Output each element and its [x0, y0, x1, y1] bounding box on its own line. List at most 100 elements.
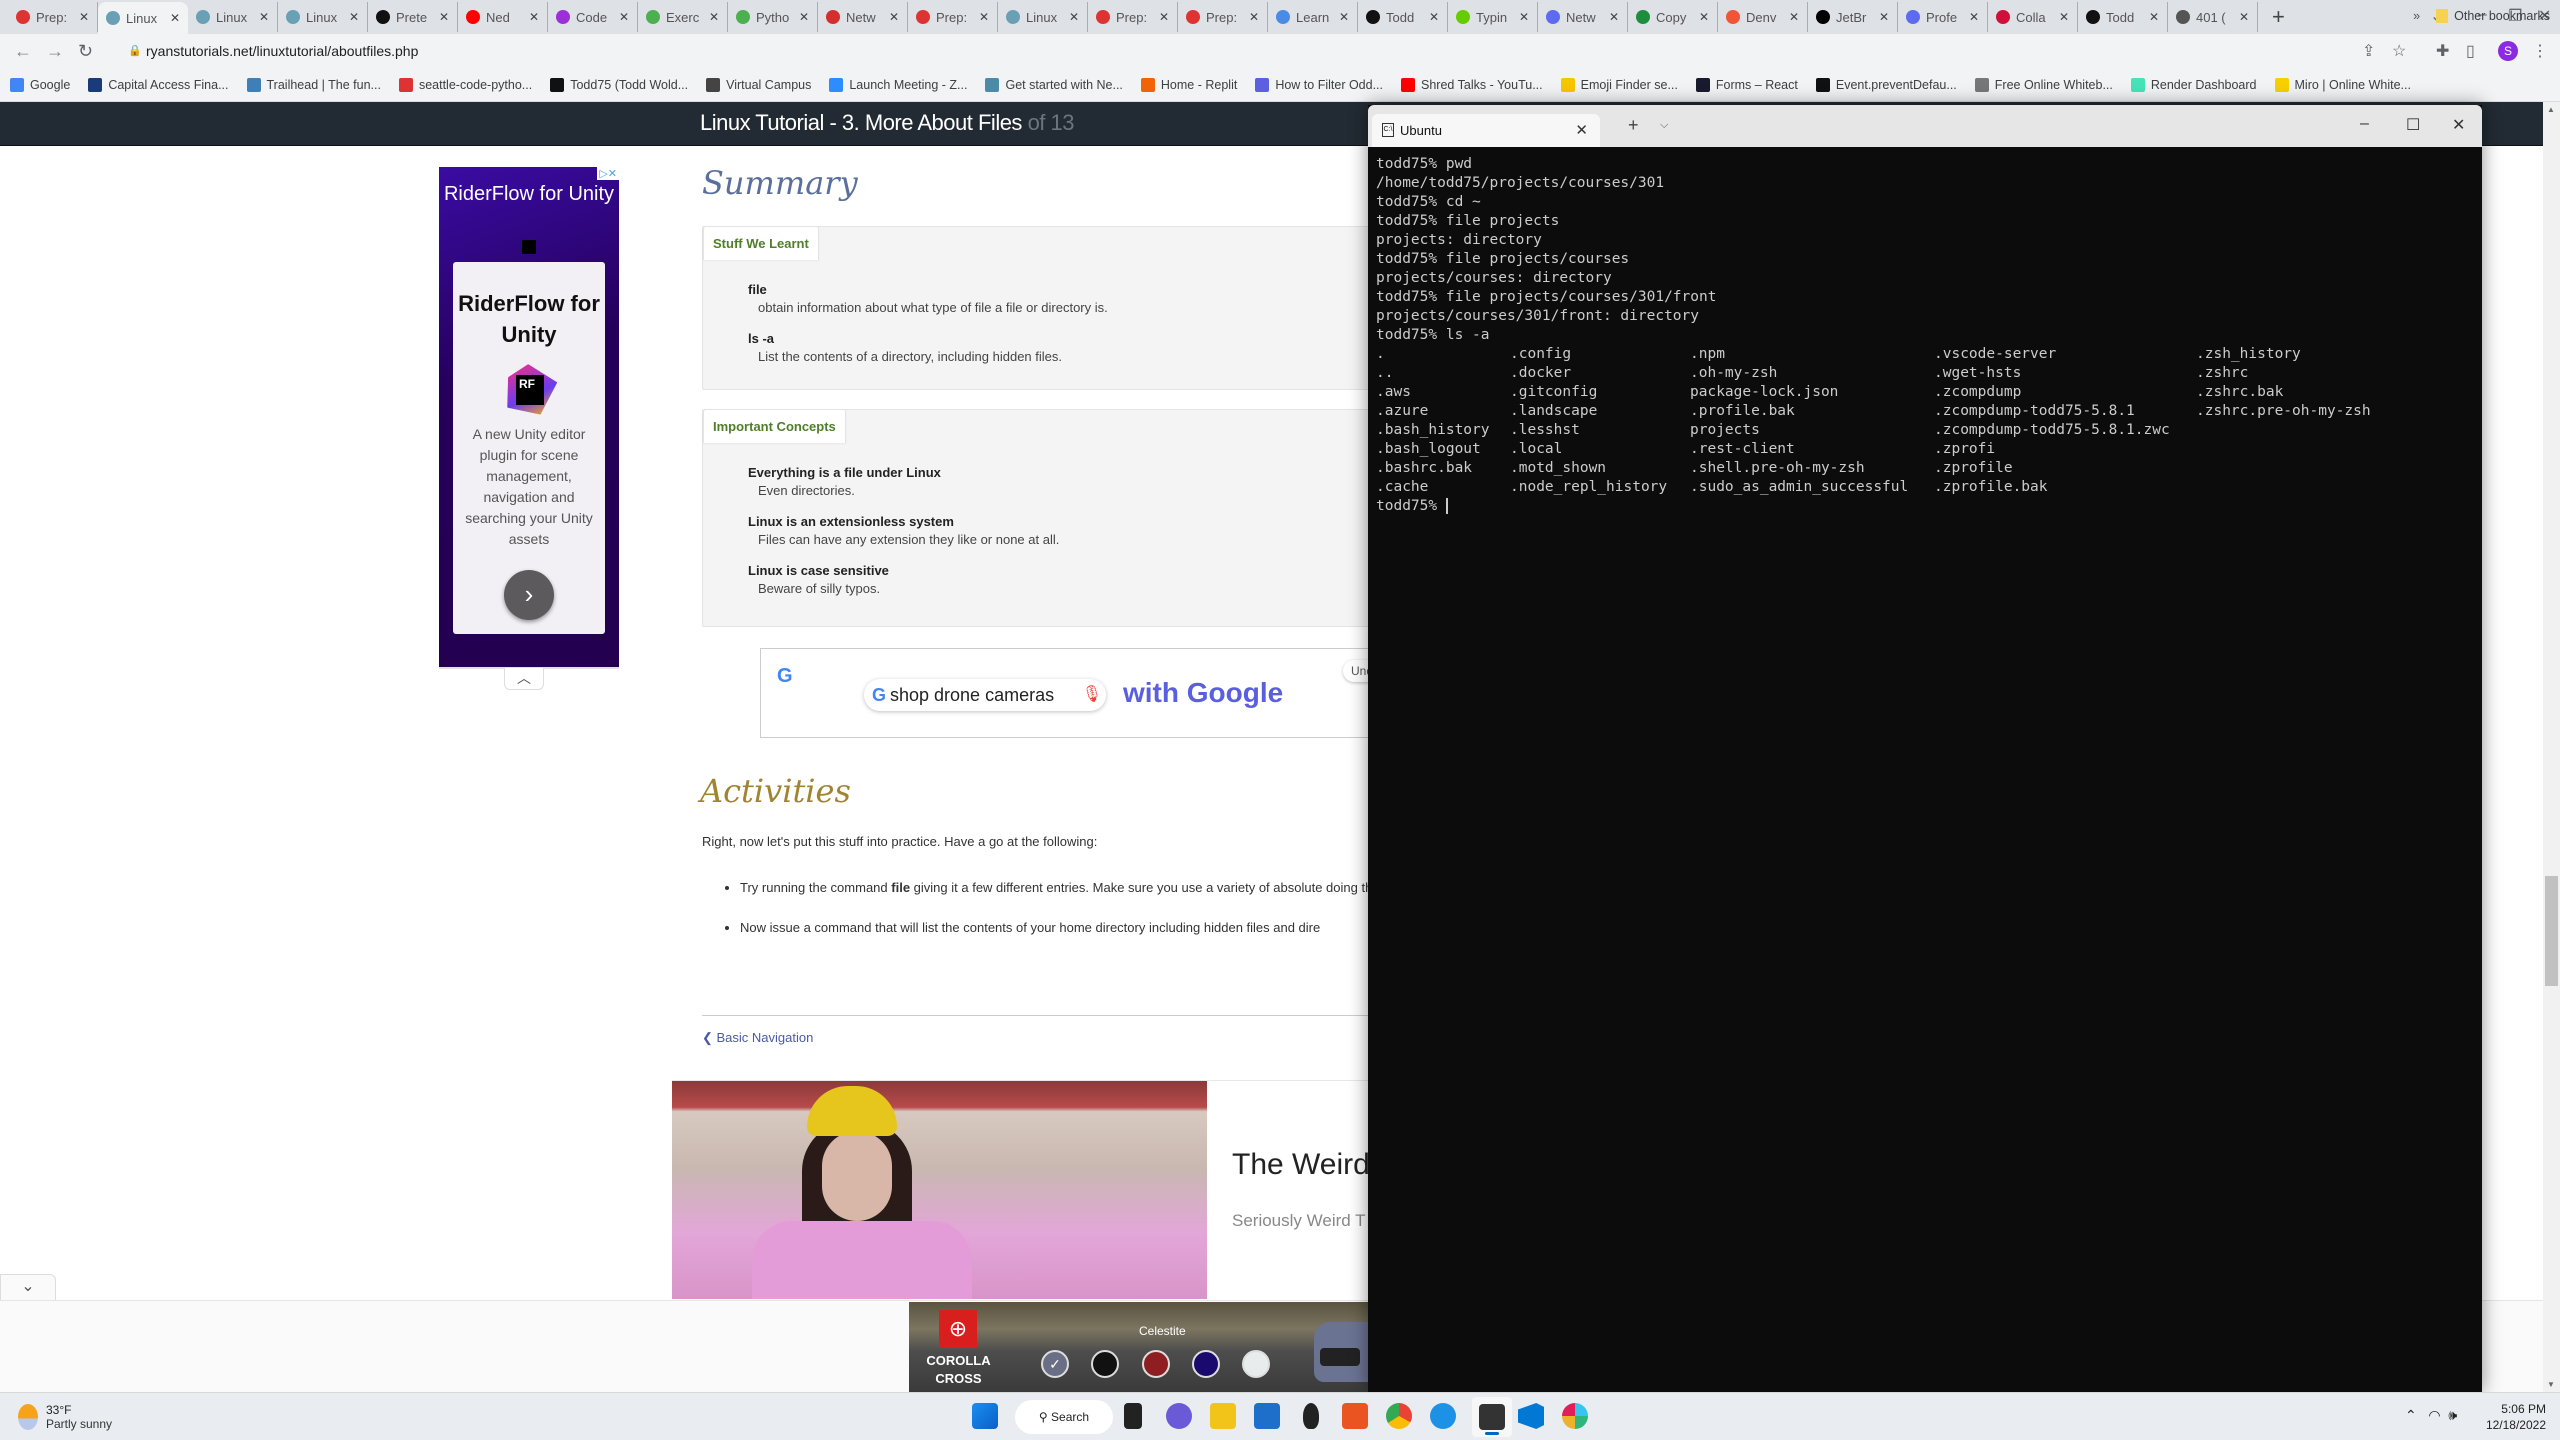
system-tray[interactable]: ⌃ ◠ 🕪 — [2405, 1407, 2457, 1424]
terminal-window[interactable]: C:\ Ubuntu ✕ + ⌵ – ☐ ✕ todd75% pwd/home/… — [1368, 105, 2482, 1392]
browser-tab[interactable]: Colla ✕ — [1988, 2, 2078, 32]
ubuntu-icon[interactable] — [1342, 1403, 1368, 1429]
terminal-close-button[interactable]: ✕ — [2452, 115, 2465, 135]
close-tab-icon[interactable]: ✕ — [1069, 10, 1079, 24]
new-tab-button[interactable]: + — [1628, 115, 1639, 136]
close-tab-icon[interactable]: ✕ — [2059, 10, 2069, 24]
terminal-maximize-button[interactable]: ☐ — [2406, 115, 2420, 135]
color-swatch[interactable] — [1142, 1350, 1170, 1378]
close-tab-icon[interactable]: ✕ — [2149, 10, 2159, 24]
close-tab-icon[interactable]: ✕ — [1789, 10, 1799, 24]
chrome-icon[interactable] — [1386, 1403, 1412, 1429]
browser-tab[interactable]: Prep: ✕ — [1178, 2, 1268, 32]
toyota-ad[interactable]: ⊕ COROLLA CROSS Celestite ✓ — [909, 1302, 1379, 1392]
bookmark-item[interactable]: Get started with Ne... — [985, 77, 1123, 92]
bookmark-item[interactable]: Miro | Online White... — [2274, 77, 2411, 92]
color-swatch-selected[interactable]: ✓ — [1041, 1350, 1069, 1378]
close-tab-icon[interactable]: ✕ — [259, 10, 269, 24]
bookmark-item[interactable]: Launch Meeting - Z... — [829, 77, 967, 92]
close-tab-icon[interactable]: ✕ — [1969, 10, 1979, 24]
browser-tab[interactable]: Todd ✕ — [1358, 2, 1448, 32]
stuff-we-learnt-tab[interactable]: Stuff We Learnt — [703, 226, 819, 260]
close-tab-icon[interactable]: ✕ — [1249, 10, 1259, 24]
bookmarks-overflow-button[interactable]: » — [2413, 9, 2420, 23]
ad-next-button[interactable]: › — [504, 570, 554, 620]
close-tab-icon[interactable]: ✕ — [619, 10, 629, 24]
bookmark-item[interactable]: Google — [10, 77, 70, 92]
browser-tab[interactable]: Denv ✕ — [1718, 2, 1808, 32]
ad-collapse-button[interactable]: ︿ — [504, 668, 544, 690]
story-title[interactable]: The Weird — [1232, 1148, 1370, 1182]
bookmark-item[interactable]: Todd75 (Todd Wold... — [550, 77, 688, 92]
address-bar[interactable]: 🔒 ryanstutorials.net/linuxtutorial/about… — [120, 37, 2400, 65]
forward-button[interactable]: → — [46, 41, 64, 62]
terminal-taskbar-button[interactable] — [1472, 1397, 1512, 1437]
page-scrollbar[interactable]: ▲ ▼ — [2543, 102, 2560, 1392]
volume-icon[interactable]: 🕪 — [2448, 1407, 2457, 1423]
system-clock[interactable]: 5:06 PM 12/18/2022 — [2486, 1401, 2546, 1433]
terminal-titlebar[interactable]: C:\ Ubuntu ✕ + ⌵ – ☐ ✕ — [1368, 105, 2482, 147]
close-tab-icon[interactable]: ✕ — [79, 10, 89, 24]
browser-tab[interactable]: Ned ✕ — [458, 2, 548, 32]
browser-tab[interactable]: Prep: ✕ — [908, 2, 998, 32]
bookmark-item[interactable]: Shred Talks - YouTu... — [1401, 77, 1543, 92]
browser-tab[interactable]: Copy ✕ — [1628, 2, 1718, 32]
extensions-icon[interactable]: ✚ — [2436, 41, 2449, 61]
alienware-icon[interactable] — [1303, 1403, 1319, 1429]
close-tab-icon[interactable]: ✕ — [799, 10, 809, 24]
close-tab-icon[interactable]: ✕ — [1339, 10, 1349, 24]
profile-avatar[interactable]: S — [2498, 41, 2518, 61]
bookmark-item[interactable]: Home - Replit — [1140, 77, 1237, 92]
sticky-ad-toggle-button[interactable]: ⌄ — [0, 1274, 56, 1300]
riderflow-ad[interactable]: ▷✕ RiderFlow for Unity RiderFlow for Uni… — [439, 167, 619, 667]
close-tab-icon[interactable]: ✕ — [439, 10, 449, 24]
close-tab-icon[interactable]: ✕ — [1519, 10, 1529, 24]
google-shopping-ad[interactable]: G G shop drone cameras 🎙 with Google Und… — [760, 648, 1422, 738]
vscode-icon[interactable] — [1518, 1403, 1544, 1429]
browser-tab[interactable]: 401 (✕ — [2168, 2, 2258, 32]
browser-tab[interactable]: Profe ✕ — [1898, 2, 1988, 32]
browser-tab[interactable]: Linux ✕ — [188, 2, 278, 32]
terminal-minimize-button[interactable]: – — [2360, 115, 2369, 133]
terminal-output[interactable]: todd75% pwd/home/todd75/projects/courses… — [1376, 155, 2474, 1392]
docker-icon[interactable] — [1430, 1403, 1456, 1429]
new-tab-button[interactable]: + — [2272, 4, 2285, 30]
bookmark-item[interactable]: Event.preventDefau... — [1815, 77, 1957, 92]
close-tab-icon[interactable]: ✕ — [979, 10, 989, 24]
close-tab-icon[interactable]: ✕ — [1575, 121, 1588, 139]
teams-chat-icon[interactable] — [1166, 1403, 1192, 1429]
side-panel-icon[interactable]: ▯ — [2466, 41, 2475, 61]
color-swatch[interactable] — [1192, 1350, 1220, 1378]
bookmark-star-icon[interactable]: ☆ — [2392, 41, 2406, 61]
browser-tab[interactable]: JetBr ✕ — [1808, 2, 1898, 32]
close-tab-icon[interactable]: ✕ — [170, 11, 180, 25]
bookmark-item[interactable]: Capital Access Fina... — [88, 77, 229, 92]
close-tab-icon[interactable]: ✕ — [2239, 10, 2249, 24]
browser-tab[interactable]: Prete ✕ — [368, 2, 458, 32]
close-tab-icon[interactable]: ✕ — [529, 10, 539, 24]
slack-icon[interactable] — [1562, 1403, 1588, 1429]
bookmark-item[interactable]: Free Online Whiteb... — [1974, 77, 2113, 92]
terminal-prompt-line[interactable]: todd75% — [1376, 497, 2474, 516]
menu-icon[interactable]: ⋮ — [2532, 41, 2548, 61]
browser-tab[interactable]: Netw ✕ — [818, 2, 908, 32]
chevron-up-icon[interactable]: ⌃ — [2405, 1407, 2417, 1423]
back-button[interactable]: ← — [14, 41, 32, 62]
browser-tab[interactable]: Linux ✕ — [998, 2, 1088, 32]
scroll-down-arrow-icon[interactable]: ▼ — [2547, 1380, 2555, 1389]
browser-tab[interactable]: Learn ✕ — [1268, 2, 1358, 32]
color-swatch[interactable] — [1091, 1350, 1119, 1378]
color-swatch[interactable] — [1242, 1350, 1270, 1378]
scrollbar-thumb[interactable] — [2545, 876, 2558, 986]
file-explorer-icon[interactable] — [1210, 1403, 1236, 1429]
browser-tab[interactable]: Exerc ✕ — [638, 2, 728, 32]
browser-tab[interactable]: Prep: ✕ — [8, 2, 98, 32]
previous-page-link[interactable]: ❮ Basic Navigation — [702, 1030, 813, 1046]
wifi-icon[interactable]: ◠ — [2428, 1407, 2440, 1423]
bookmark-item[interactable]: Emoji Finder se... — [1560, 77, 1678, 92]
browser-tab[interactable]: Todd ✕ — [2078, 2, 2168, 32]
bookmark-item[interactable]: Render Dashboard — [2130, 77, 2257, 92]
bookmark-item[interactable]: Trailhead | The fun... — [246, 77, 381, 92]
bookmark-item[interactable]: How to Filter Odd... — [1255, 77, 1383, 92]
browser-tab[interactable]: Linux ✕ — [278, 2, 368, 32]
